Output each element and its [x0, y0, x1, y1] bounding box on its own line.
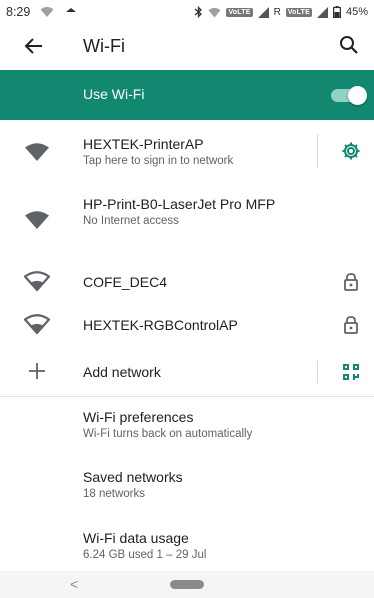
wifi-status-icon — [208, 7, 221, 17]
network-ssid: HP-Print-B0-LaserJet Pro MFP — [83, 196, 276, 212]
settings-item-title: Wi-Fi preferences — [83, 409, 194, 425]
network-item[interactable]: HEXTEK-PrinterAP Tap here to sign in to … — [0, 120, 374, 182]
nav-back-button[interactable]: < — [70, 576, 78, 592]
roaming-indicator: R — [273, 6, 281, 18]
page-title: Wi-Fi — [83, 36, 125, 56]
qr-code-icon[interactable] — [340, 361, 362, 383]
network-ssid: COFE_DEC4 — [83, 274, 168, 290]
use-wifi-switch-bar[interactable]: Use Wi-Fi — [0, 70, 374, 120]
wifi-open-icon — [25, 211, 49, 229]
saved-networks-item[interactable]: Saved networks 18 networks — [0, 455, 374, 511]
wifi-icon — [24, 314, 50, 335]
add-network-label: Add network — [83, 364, 161, 380]
app-bar: Wi-Fi — [0, 24, 374, 70]
divider — [317, 361, 318, 383]
settings-item-title: Saved networks — [83, 469, 183, 485]
status-time: 8:29 — [6, 5, 31, 19]
wifi-open-icon — [25, 143, 49, 161]
volte-badge-1: VoLTE — [226, 7, 253, 17]
back-arrow-icon[interactable] — [22, 34, 46, 58]
system-nav-bar: < — [0, 571, 374, 598]
cloud-icon — [66, 8, 77, 12]
nav-home-pill[interactable] — [170, 580, 204, 589]
add-network-item[interactable]: Add network — [0, 346, 374, 396]
lock-icon — [344, 316, 358, 334]
status-bar: 8:29 VoLTE R VoLTE 45% — [0, 0, 374, 24]
wifi-toggle[interactable] — [331, 86, 367, 105]
wifi-icon — [24, 271, 50, 292]
search-icon[interactable] — [338, 34, 360, 56]
plus-icon — [29, 363, 45, 379]
signal-icon-1 — [257, 6, 269, 18]
signal-icon-2 — [316, 6, 328, 18]
settings-item-subtitle: Wi-Fi turns back on automatically — [83, 428, 253, 440]
wifi-question-icon — [40, 7, 54, 17]
network-ssid: HEXTEK-RGBControlAP — [83, 317, 238, 333]
battery-percent: 45% — [345, 6, 368, 18]
network-status: Tap here to sign in to network — [83, 155, 234, 167]
network-item[interactable]: HEXTEK-RGBControlAP — [0, 302, 374, 346]
volte-badge-2: VoLTE — [285, 7, 312, 17]
wifi-preferences-item[interactable]: Wi-Fi preferences Wi-Fi turns back on au… — [0, 397, 374, 453]
settings-item-subtitle: 6.24 GB used 1 – 29 Jul — [83, 549, 207, 561]
toggle-thumb — [348, 86, 367, 105]
network-status: No Internet access — [83, 215, 179, 227]
network-ssid: HEXTEK-PrinterAP — [83, 136, 204, 152]
wifi-data-usage-item[interactable]: Wi-Fi data usage 6.24 GB used 1 – 29 Jul — [0, 514, 374, 570]
network-item[interactable]: HP-Print-B0-LaserJet Pro MFP No Internet… — [0, 182, 374, 262]
use-wifi-label: Use Wi-Fi — [83, 86, 145, 102]
battery-icon — [332, 6, 341, 18]
settings-item-title: Wi-Fi data usage — [83, 530, 189, 546]
divider — [317, 134, 318, 168]
settings-item-subtitle: 18 networks — [83, 488, 146, 500]
network-item[interactable]: COFE_DEC4 — [0, 262, 374, 302]
bluetooth-icon — [195, 6, 203, 18]
gear-icon[interactable] — [340, 140, 362, 162]
lock-icon — [344, 273, 358, 291]
